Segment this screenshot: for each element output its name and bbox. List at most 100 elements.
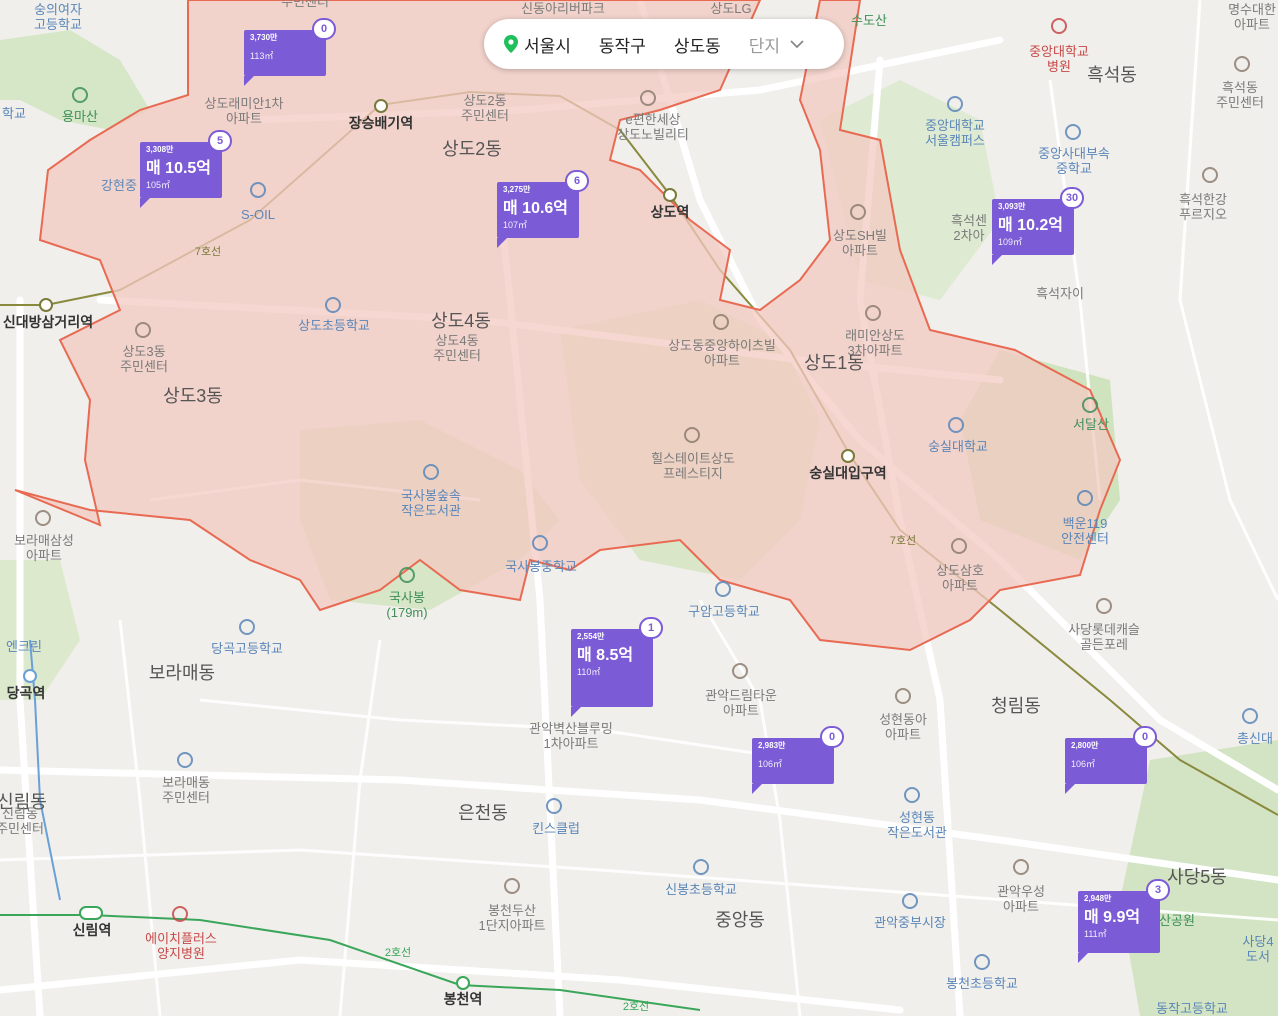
poi-gwanak-market[interactable]: 관악중부시장 (874, 915, 946, 930)
poi-soil[interactable]: S-OIL (241, 207, 275, 222)
poi-sungui-girls-high[interactable]: 숭의여자 고등학교 (34, 2, 82, 32)
breadcrumb-district[interactable]: 동작구 (599, 32, 646, 57)
poi-kids-club[interactable]: 킨스클럽 (532, 821, 580, 836)
poi-hplus-hospital[interactable]: 에이치플러스 양지병원 (145, 931, 217, 961)
poi-sinlim-center[interactable]: 신림동 주민센터 (0, 806, 44, 836)
poi-guksabong-library[interactable]: 국사봉숲속 작은도서관 (401, 488, 461, 518)
poi-school-edge[interactable]: 학교 (2, 106, 26, 121)
breadcrumb-complex-filter[interactable]: 단지 (749, 32, 780, 57)
poi-soongsil-univ[interactable]: 숭실대학교 (928, 439, 988, 454)
chevron-down-icon[interactable] (790, 39, 804, 49)
dong-label-sadang5: 사당5동 (1167, 867, 1227, 887)
listing-count-badge: 1 (639, 617, 663, 639)
listing-count-badge: 0 (1133, 726, 1157, 748)
poi-epyeonhan[interactable]: e편한세상 상도노빌리티 (617, 112, 689, 142)
dong-label-jungang: 중앙동 (715, 910, 765, 930)
poi-sangdo-samho[interactable]: 상도삼호 아파트 (936, 563, 984, 593)
breadcrumb-city[interactable]: 서울시 (524, 32, 571, 57)
listing-price: 매 10.2억 (998, 217, 1064, 234)
listing-pin[interactable]: 3,308만 매 10.5억 105㎡ 5 (140, 130, 232, 208)
poi-guksabong-middle[interactable]: 국사봉중학교 (505, 559, 577, 574)
line7-label-2: 7호선 (889, 535, 917, 547)
listing-pin[interactable]: 3,730만 113㎡ 0 (244, 18, 336, 86)
poi-boramae-center[interactable]: 보라매동 주민센터 (162, 775, 210, 805)
poi-heukseok-hangang[interactable]: 흑석한강 푸르지오 (1179, 192, 1227, 222)
poi-raemian3[interactable]: 래미안상도 3차아파트 (845, 328, 905, 358)
poi-jungang-middle[interactable]: 중앙사대부속 중학교 (1038, 146, 1110, 176)
station-sinlim[interactable]: 신림역 (73, 923, 112, 938)
station-danggok[interactable]: 당곡역 (7, 686, 46, 701)
poi-myeongsudae[interactable]: 명수대한 아파트 (1228, 2, 1276, 32)
poi-seodalsan[interactable]: 서달산 (1073, 417, 1109, 432)
dong-label-boramae: 보라매동 (148, 663, 216, 683)
poi-seonghyeon-dongah[interactable]: 성현동아 아파트 (879, 712, 927, 742)
poi-bongcheon-doosan[interactable]: 봉천두산 1단지아파트 (478, 903, 545, 933)
poi-sangdo-sh[interactable]: 상도SH빌 아파트 (833, 228, 887, 258)
poi-sinbong-elementary[interactable]: 신봉초등학교 (665, 882, 737, 897)
location-breadcrumb: 서울시 동작구 상도동 단지 (484, 19, 844, 69)
poi-boramae-samsung[interactable]: 보라매삼성 아파트 (14, 533, 74, 563)
poi-sangdo-lg[interactable]: 상도LG (710, 1, 751, 16)
poi-sangdo4-center[interactable]: 상도4동 주민센터 (433, 333, 481, 363)
poi-park[interactable]: 산공원 (1159, 913, 1195, 928)
listing-pin[interactable]: 2,800만 106㎡ 0 (1065, 726, 1157, 794)
poi-guam-high[interactable]: 구암고등학교 (688, 604, 760, 619)
poi-encrean[interactable]: 엔크린 (6, 639, 42, 654)
poi-hillstate-prestige[interactable]: 힐스테이트상도 프레스티지 (651, 451, 735, 481)
listing-pin[interactable]: 3,275만 매 10.6억 107㎡ 6 (497, 170, 589, 248)
poi-sadang-lotte-castle[interactable]: 사당롯데캐슬 골든포레 (1068, 622, 1140, 652)
poi-sindonga-riverpark[interactable]: 신동아리버파크 (521, 1, 605, 16)
listing-area: 106㎡ (758, 759, 783, 769)
poi-guksabong[interactable]: 국사봉 (179m) (386, 590, 427, 620)
map-view[interactable]: 상도2동 상도4동 상도3동 상도1동 흑석동 보라매동 은천동 중앙동 청림동… (0, 0, 1278, 1016)
poi-sangdo-elementary[interactable]: 상도초등학교 (298, 318, 370, 333)
listing-count-badge: 3 (1146, 879, 1170, 901)
dong-label-sangdo3: 상도3동 (163, 386, 223, 406)
station-soongsil[interactable]: 숭실대입구역 (809, 466, 886, 481)
poi-sangdo3-center[interactable]: 상도3동 주민센터 (120, 344, 168, 374)
listing-price: 매 10.5억 (146, 160, 212, 177)
dong-label-heukseok: 흑석동 (1087, 65, 1137, 85)
station-bongcheon[interactable]: 봉천역 (444, 992, 483, 1007)
listing-price: 매 10.6억 (503, 200, 569, 217)
dong-label-cheongrim: 청림동 (991, 696, 1041, 716)
poi-top-community-center[interactable]: 주민센터 (281, 0, 329, 9)
listing-area: 109㎡ (998, 237, 1023, 247)
poi-heukseok-center[interactable]: 흑석동 주민센터 (1216, 80, 1264, 110)
listing-pin[interactable]: 2,983만 106㎡ 0 (752, 726, 844, 794)
listing-pin[interactable]: 2,948만 매 9.9억 111㎡ 3 (1078, 879, 1170, 963)
station-sindaebang[interactable]: 신대방삼거리역 (3, 315, 93, 330)
poi-sudosan[interactable]: 수도산 (851, 13, 887, 28)
poi-sadang4-library[interactable]: 사당4 도서 (1242, 934, 1273, 964)
poi-seonghyeon-library[interactable]: 성현동 작은도서관 (887, 810, 947, 840)
listing-count-badge: 30 (1060, 187, 1084, 209)
poi-heukseok-xi[interactable]: 흑석자이 (1036, 286, 1084, 301)
listing-pin[interactable]: 2,554만 매 8.5억 110㎡ 1 (571, 617, 663, 717)
station-jangseungbaegi[interactable]: 장승배기역 (349, 116, 413, 131)
line2-label-2: 2호선 (622, 1001, 650, 1013)
listing-pin[interactable]: 3,093만 매 10.2억 109㎡ 30 (992, 187, 1084, 265)
listing-price-per-area: 2,948만 (1084, 894, 1112, 903)
poi-gwanak-dreamtown[interactable]: 관악드림타운 아파트 (705, 688, 777, 718)
poi-gwanak-byeoksan[interactable]: 관악벽산블루밍 1차아파트 (529, 721, 613, 751)
poi-jungang-univ-campus[interactable]: 중앙대학교 서울캠퍼스 (925, 118, 985, 148)
poi-heukseok-sen2[interactable]: 흑석센 2차아 (951, 213, 987, 243)
poi-gwanak-woosung[interactable]: 관악우성 아파트 (997, 884, 1045, 914)
poi-sangdo-jungang-heights[interactable]: 상도동중앙하이츠빌 아파트 (668, 338, 776, 368)
poi-chongshin-univ[interactable]: 총신대 (1237, 731, 1273, 746)
listing-count-badge: 0 (312, 18, 336, 40)
poi-dongjak-high[interactable]: 동작고등학교 (1156, 1001, 1228, 1016)
poi-yongmasan[interactable]: 용마산 (62, 109, 98, 124)
listing-price-per-area: 2,983만 (758, 741, 786, 750)
poi-baekun119[interactable]: 백운119 안전센터 (1061, 516, 1109, 546)
poi-sangdo2-center[interactable]: 상도2동 주민센터 (461, 93, 509, 123)
poi-bongcheon-elementary[interactable]: 봉천초등학교 (946, 976, 1018, 991)
poi-jungang-univ-hospital[interactable]: 중앙대학교 병원 (1029, 44, 1089, 74)
poi-ganghyeon-mid[interactable]: 강현중 (101, 178, 137, 193)
breadcrumb-dong[interactable]: 상도동 (674, 32, 721, 57)
station-sangdo[interactable]: 상도역 (651, 205, 690, 220)
line7-label: 7호선 (194, 246, 222, 258)
poi-danggok-high[interactable]: 당곡고등학교 (211, 641, 283, 656)
poi-raemian1[interactable]: 상도래미안1차 아파트 (205, 96, 284, 126)
listing-area: 107㎡ (503, 220, 528, 230)
